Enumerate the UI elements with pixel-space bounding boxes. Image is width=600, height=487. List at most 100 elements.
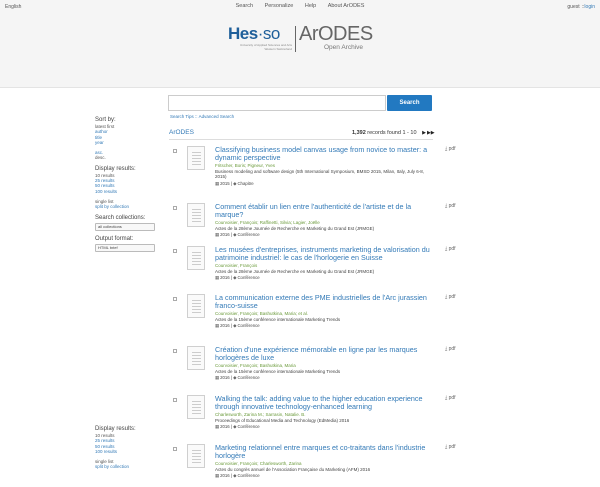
result-title[interactable]: Les musées d'entreprises, instruments ma… (215, 245, 435, 263)
next-page-icon[interactable]: ▶ (422, 130, 426, 136)
collections-select[interactable]: all collections (95, 222, 155, 231)
nav-help[interactable]: Help (305, 3, 316, 9)
pdf-label: pdf (448, 346, 456, 352)
result-venue: Actes de la 15ème conférence internation… (215, 316, 341, 322)
document-thumbnail-icon[interactable] (187, 203, 205, 227)
nav-personalize[interactable]: Personalize (265, 3, 294, 9)
result-body: Marketing relationnel entre marques et c… (215, 443, 435, 479)
document-thumbnail-icon[interactable] (187, 346, 205, 370)
breadcrumb[interactable]: ArODES (169, 129, 194, 136)
nav-search[interactable]: Search (236, 3, 253, 9)
tag-icon: ◆ (233, 275, 237, 281)
result-title[interactable]: Création d'une expérience mémorable en l… (215, 345, 435, 363)
pdf-link[interactable]: ⤓ pdf (445, 203, 456, 209)
result-checkbox[interactable] (173, 249, 177, 253)
separator: :: (195, 114, 198, 119)
result-title[interactable]: Marketing relationnel entre marques et c… (215, 443, 435, 461)
result-title[interactable]: Comment établir un lien entre l'authenti… (215, 202, 435, 220)
result-type: Conférence (237, 375, 260, 381)
display-heading: Display results: (95, 165, 136, 172)
result-type: Conférence (237, 473, 260, 479)
result-year: 2016 (220, 232, 230, 238)
top-navigation: Search Personalize Help About ArODES (0, 3, 600, 9)
pdf-link[interactable]: ⤓ pdf (445, 395, 456, 401)
pdf-link[interactable]: ⤓ pdf (445, 444, 456, 450)
records-range: 1 - 10 (402, 130, 417, 136)
download-icon: ⤓ (445, 203, 448, 209)
result-title[interactable]: Classifying business model canvas usage … (215, 145, 435, 163)
display-heading-bottom: Display results: (95, 426, 136, 432)
document-thumbnail-icon[interactable] (187, 246, 205, 270)
tag-icon: ◆ (233, 424, 237, 430)
search-input[interactable] (168, 95, 386, 111)
download-icon: ⤓ (445, 444, 448, 450)
result-checkbox[interactable] (173, 398, 177, 402)
last-page-icon[interactable]: ▶▶ (427, 130, 435, 136)
result-year: 2016 (220, 275, 230, 281)
result-year: 2016 (220, 323, 230, 329)
tag-icon: ◆ (233, 323, 237, 329)
result-body: Walking the talk: adding value to the hi… (215, 394, 435, 430)
nav-about[interactable]: About ArODES (328, 3, 365, 9)
pdf-label: pdf (448, 395, 456, 401)
result-venue: Actes de la 15ème conférence internation… (215, 368, 341, 374)
result-checkbox[interactable] (173, 447, 177, 451)
calendar-icon: ▦ (215, 375, 220, 381)
result-meta: ▦2016 | ◆Conférence (215, 375, 435, 381)
result-meta: ▦2016 | ◆Conférence (215, 275, 435, 281)
result-type: Conférence (237, 232, 260, 238)
result-body: Comment établir un lien entre l'authenti… (215, 202, 435, 238)
result-meta: ▦2016 | ◆Conférence (215, 323, 435, 329)
hes-so-logo: Hes·so (228, 24, 280, 43)
download-icon: ⤓ (445, 246, 448, 252)
download-icon: ⤓ (445, 294, 448, 300)
result-checkbox[interactable] (173, 206, 177, 210)
hes-so-subtitle: University of Applied Sciences and Arts … (239, 43, 292, 51)
result-year: 2015 (220, 180, 230, 186)
result-body: La communication externe des PME industr… (215, 293, 435, 329)
search-button[interactable]: Search (387, 95, 432, 111)
result-meta: ▦2016 | ◆Conférence (215, 424, 435, 430)
advanced-search-link[interactable]: Advanced Search (199, 114, 235, 119)
result-checkbox[interactable] (173, 149, 177, 153)
format-select[interactable]: HTML brief (95, 243, 155, 252)
result-meta: ▦2016 | ◆Conférence (215, 232, 435, 238)
result-type: Conférence (237, 424, 260, 430)
result-checkbox[interactable] (173, 349, 177, 353)
pdf-link[interactable]: ⤓ pdf (445, 346, 456, 352)
result-venue: Business modeling and software design (5… (215, 168, 425, 180)
calendar-icon: ▦ (215, 180, 220, 186)
result-title[interactable]: Walking the talk: adding value to the hi… (215, 394, 435, 412)
result-meta: ▦2015 | ◆Chapitre (215, 181, 435, 187)
sidebar-bottom: Display results: 10 results 25 results 5… (95, 426, 157, 470)
login-link[interactable]: login (584, 4, 595, 10)
pdf-link[interactable]: ⤓ pdf (445, 146, 456, 152)
format-heading: Output format: (95, 235, 134, 242)
result-venue: Actes de la 28ème Journée de Recherche e… (215, 225, 375, 231)
search-tips-link[interactable]: Search Tips (170, 114, 194, 119)
result-body: Création d'une expérience mémorable en l… (215, 345, 435, 381)
records-count: 1,392 records found 1 - 10 ▶▶▶ (352, 130, 435, 136)
pdf-link[interactable]: ⤓ pdf (445, 294, 456, 300)
pdf-label: pdf (448, 294, 456, 300)
collections-heading: Search collections: (95, 214, 146, 221)
download-icon: ⤓ (445, 346, 448, 352)
result-meta: ▦2016 | ◆Conférence (215, 473, 435, 479)
site-header: English Search Personalize Help About Ar… (0, 0, 600, 88)
document-thumbnail-icon[interactable] (187, 444, 205, 468)
result-body: Classifying business model canvas usage … (215, 145, 435, 187)
document-thumbnail-icon[interactable] (187, 294, 205, 318)
site-logo[interactable]: Hes·so University of Applied Sciences an… (228, 23, 378, 54)
pdf-link[interactable]: ⤓ pdf (445, 246, 456, 252)
calendar-icon: ▦ (215, 275, 220, 281)
result-title[interactable]: La communication externe des PME industr… (215, 293, 435, 311)
split-by-collection-bottom[interactable]: split by collection (95, 464, 157, 469)
open-archive-label: Open Archive (324, 44, 364, 51)
records-total: 1,392 (352, 130, 366, 136)
result-type: Conférence (237, 275, 260, 281)
pdf-label: pdf (448, 146, 456, 152)
document-thumbnail-icon[interactable] (187, 146, 205, 170)
pdf-label: pdf (448, 444, 456, 450)
document-thumbnail-icon[interactable] (187, 395, 205, 419)
result-checkbox[interactable] (173, 297, 177, 301)
